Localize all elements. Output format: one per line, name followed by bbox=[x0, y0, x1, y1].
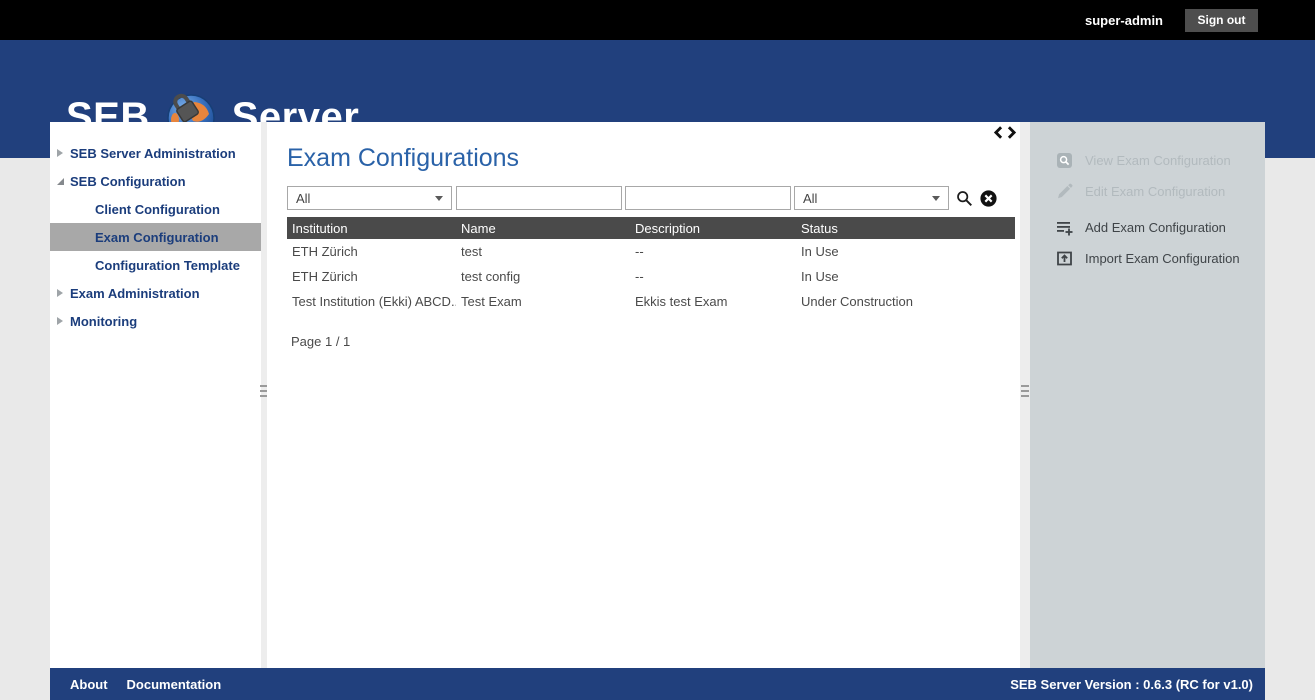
cell-description: -- bbox=[630, 244, 796, 259]
sidebar-item-label: Monitoring bbox=[70, 314, 137, 329]
sidebar-item-label: Exam Configuration bbox=[95, 230, 219, 245]
sidebar-item-exam-administration[interactable]: Exam Administration bbox=[50, 279, 261, 307]
sidebar-item-label: Exam Administration bbox=[70, 286, 200, 301]
clear-circle-icon bbox=[980, 190, 997, 207]
action-panel: View Exam Configuration Edit Exam Config… bbox=[1030, 122, 1265, 668]
tree-collapsed-icon[interactable] bbox=[57, 317, 63, 325]
sidebar-item-label: Client Configuration bbox=[95, 202, 220, 217]
action-label: View Exam Configuration bbox=[1085, 153, 1231, 168]
edit-exam-configuration-action: Edit Exam Configuration bbox=[1056, 183, 1265, 200]
import-exam-configuration-action[interactable]: Import Exam Configuration bbox=[1056, 250, 1265, 267]
main-content-panel: Exam Configurations All All Institutio bbox=[267, 122, 1020, 668]
chevron-right-icon[interactable] bbox=[1006, 126, 1017, 139]
cell-institution: ETH Zürich bbox=[287, 244, 456, 259]
import-icon bbox=[1056, 250, 1073, 267]
sidebar-item-seb-configuration[interactable]: SEB Configuration bbox=[50, 167, 261, 195]
cell-description: Ekkis test Exam bbox=[630, 294, 796, 309]
panel-resize-controls bbox=[993, 126, 1017, 139]
tree-collapsed-icon[interactable] bbox=[57, 289, 63, 297]
action-label: Edit Exam Configuration bbox=[1085, 184, 1225, 199]
sash-grip-icon bbox=[1021, 385, 1029, 400]
chevron-left-icon[interactable] bbox=[993, 126, 1004, 139]
about-link[interactable]: About bbox=[70, 677, 108, 692]
footer-bar: About Documentation SEB Server Version :… bbox=[50, 668, 1265, 700]
sidebar-item-client-configuration[interactable]: Client Configuration bbox=[50, 195, 261, 223]
page-title: Exam Configurations bbox=[287, 144, 519, 173]
table-row[interactable]: Test Institution (Ekki) ABCD... Test Exa… bbox=[287, 289, 1015, 314]
chevron-down-icon bbox=[932, 196, 940, 201]
sidebar-item-configuration-template[interactable]: Configuration Template bbox=[50, 251, 261, 279]
sidebar-item-seb-server-administration[interactable]: SEB Server Administration bbox=[50, 139, 261, 167]
column-header-institution[interactable]: Institution bbox=[287, 221, 456, 236]
cell-institution: ETH Zürich bbox=[287, 269, 456, 284]
name-filter-input[interactable] bbox=[456, 186, 622, 210]
action-label: Import Exam Configuration bbox=[1085, 251, 1240, 266]
filter-row: All All bbox=[287, 186, 997, 210]
sidebar-item-label: SEB Configuration bbox=[70, 174, 186, 189]
edit-pencil-icon bbox=[1056, 183, 1073, 200]
top-bar: super-admin Sign out bbox=[0, 0, 1315, 40]
cell-status: In Use bbox=[796, 269, 1015, 284]
clear-filter-button[interactable] bbox=[980, 190, 997, 207]
documentation-link[interactable]: Documentation bbox=[127, 677, 222, 692]
sidebar-item-exam-configuration[interactable]: Exam Configuration bbox=[50, 223, 261, 251]
exam-configurations-table: Institution Name Description Status ETH … bbox=[287, 217, 1015, 314]
sidebar-item-monitoring[interactable]: Monitoring bbox=[50, 307, 261, 335]
sidebar-navigation: SEB Server Administration SEB Configurat… bbox=[50, 122, 261, 668]
table-header-row: Institution Name Description Status bbox=[287, 217, 1015, 239]
pagination-label: Page 1 / 1 bbox=[291, 334, 350, 349]
cell-name: Test Exam bbox=[456, 294, 630, 309]
cell-description: -- bbox=[630, 269, 796, 284]
sidebar-item-label: Configuration Template bbox=[95, 258, 240, 273]
search-icon bbox=[956, 190, 973, 207]
sidebar-item-label: SEB Server Administration bbox=[70, 146, 236, 161]
cell-status: In Use bbox=[796, 244, 1015, 259]
cell-institution: Test Institution (Ekki) ABCD... bbox=[287, 294, 456, 309]
sign-out-button[interactable]: Sign out bbox=[1185, 9, 1258, 32]
institution-filter-value: All bbox=[296, 191, 310, 206]
view-exam-configuration-action: View Exam Configuration bbox=[1056, 152, 1265, 169]
column-header-status[interactable]: Status bbox=[796, 221, 1015, 236]
cell-status: Under Construction bbox=[796, 294, 1015, 309]
tree-expanded-icon[interactable] bbox=[57, 178, 64, 185]
add-list-icon bbox=[1056, 219, 1073, 236]
description-filter-input[interactable] bbox=[625, 186, 791, 210]
column-header-name[interactable]: Name bbox=[456, 221, 630, 236]
view-icon bbox=[1056, 152, 1073, 169]
cell-name: test bbox=[456, 244, 630, 259]
version-label: SEB Server Version : 0.6.3 (RC for v1.0) bbox=[1010, 677, 1253, 692]
table-row[interactable]: ETH Zürich test -- In Use bbox=[287, 239, 1015, 264]
chevron-down-icon bbox=[435, 196, 443, 201]
logged-in-username: super-admin bbox=[1085, 13, 1163, 28]
status-filter-value: All bbox=[803, 191, 817, 206]
institution-filter-dropdown[interactable]: All bbox=[287, 186, 452, 210]
status-filter-dropdown[interactable]: All bbox=[794, 186, 949, 210]
sash-right[interactable] bbox=[1020, 122, 1030, 668]
add-exam-configuration-action[interactable]: Add Exam Configuration bbox=[1056, 219, 1265, 236]
column-header-description[interactable]: Description bbox=[630, 221, 796, 236]
tree-collapsed-icon[interactable] bbox=[57, 149, 63, 157]
cell-name: test config bbox=[456, 269, 630, 284]
search-button[interactable] bbox=[956, 190, 973, 207]
table-row[interactable]: ETH Zürich test config -- In Use bbox=[287, 264, 1015, 289]
action-label: Add Exam Configuration bbox=[1085, 220, 1226, 235]
